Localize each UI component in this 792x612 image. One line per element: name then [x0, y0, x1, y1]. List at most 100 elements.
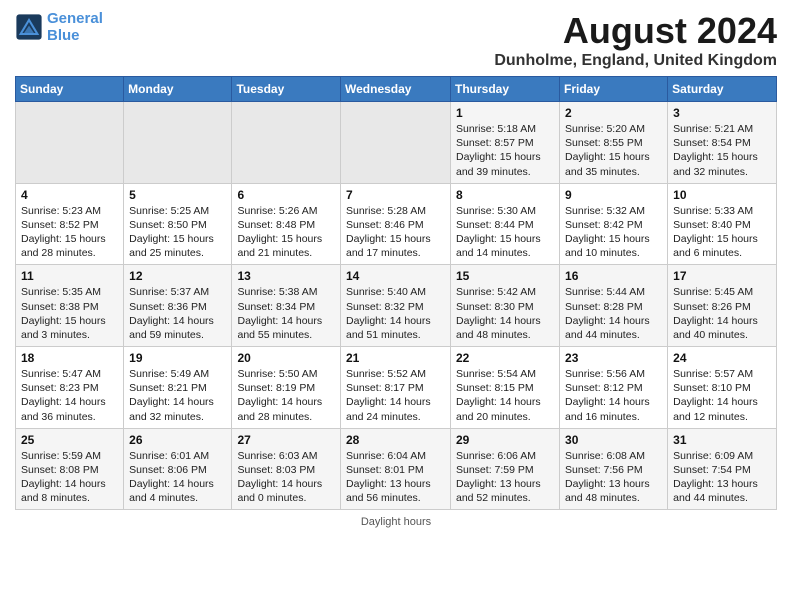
calendar-cell — [232, 102, 341, 184]
day-info: Sunrise: 6:06 AM Sunset: 7:59 PM Dayligh… — [456, 449, 554, 506]
day-info: Sunrise: 5:49 AM Sunset: 8:21 PM Dayligh… — [129, 367, 226, 424]
day-info: Sunrise: 6:09 AM Sunset: 7:54 PM Dayligh… — [673, 449, 771, 506]
day-number: 11 — [21, 269, 118, 283]
day-number: 5 — [129, 188, 226, 202]
calendar-cell: 19 Sunrise: 5:49 AM Sunset: 8:21 PM Dayli… — [124, 347, 232, 429]
day-info: Sunrise: 6:03 AM Sunset: 8:03 PM Dayligh… — [237, 449, 335, 506]
calendar-header-wednesday: Wednesday — [341, 77, 451, 102]
calendar-header-friday: Friday — [560, 77, 668, 102]
day-number: 31 — [673, 433, 771, 447]
calendar-cell: 4 Sunrise: 5:23 AM Sunset: 8:52 PM Daylig… — [16, 183, 124, 265]
day-info: Sunrise: 5:30 AM Sunset: 8:44 PM Dayligh… — [456, 204, 554, 261]
calendar-header-sunday: Sunday — [16, 77, 124, 102]
logo-line2: Blue — [47, 27, 80, 44]
day-number: 9 — [565, 188, 662, 202]
day-info: Sunrise: 5:23 AM Sunset: 8:52 PM Dayligh… — [21, 204, 118, 261]
day-info: Sunrise: 5:32 AM Sunset: 8:42 PM Dayligh… — [565, 204, 662, 261]
calendar-cell: 8 Sunrise: 5:30 AM Sunset: 8:44 PM Daylig… — [451, 183, 560, 265]
calendar-cell: 11 Sunrise: 5:35 AM Sunset: 8:38 PM Dayli… — [16, 265, 124, 347]
day-number: 14 — [346, 269, 445, 283]
day-number: 30 — [565, 433, 662, 447]
day-info: Sunrise: 5:21 AM Sunset: 8:54 PM Dayligh… — [673, 122, 771, 179]
calendar-week-row: 4 Sunrise: 5:23 AM Sunset: 8:52 PM Daylig… — [16, 183, 777, 265]
day-info: Sunrise: 5:52 AM Sunset: 8:17 PM Dayligh… — [346, 367, 445, 424]
day-number: 3 — [673, 106, 771, 120]
day-info: Sunrise: 5:56 AM Sunset: 8:12 PM Dayligh… — [565, 367, 662, 424]
calendar-cell: 21 Sunrise: 5:52 AM Sunset: 8:17 PM Dayli… — [341, 347, 451, 429]
day-info: Sunrise: 6:08 AM Sunset: 7:56 PM Dayligh… — [565, 449, 662, 506]
title-block: August 2024 Dunholme, England, United Ki… — [494, 10, 777, 70]
logo-icon — [15, 13, 43, 41]
day-info: Sunrise: 5:44 AM Sunset: 8:28 PM Dayligh… — [565, 285, 662, 342]
day-number: 10 — [673, 188, 771, 202]
day-info: Sunrise: 5:20 AM Sunset: 8:55 PM Dayligh… — [565, 122, 662, 179]
logo-line1: General — [47, 10, 103, 27]
day-info: Sunrise: 5:37 AM Sunset: 8:36 PM Dayligh… — [129, 285, 226, 342]
day-number: 12 — [129, 269, 226, 283]
day-number: 17 — [673, 269, 771, 283]
calendar-cell: 14 Sunrise: 5:40 AM Sunset: 8:32 PM Dayli… — [341, 265, 451, 347]
calendar-cell — [124, 102, 232, 184]
day-number: 13 — [237, 269, 335, 283]
calendar-header-saturday: Saturday — [668, 77, 777, 102]
day-number: 24 — [673, 351, 771, 365]
calendar-cell: 23Sunrise: 5:56 AM Sunset: 8:12 PM Dayli… — [560, 347, 668, 429]
calendar-cell: 10 Sunrise: 5:33 AM Sunset: 8:40 PM Dayli… — [668, 183, 777, 265]
day-number: 18 — [21, 351, 118, 365]
calendar-cell: 16 Sunrise: 5:44 AM Sunset: 8:28 PM Dayli… — [560, 265, 668, 347]
day-number: 1 — [456, 106, 554, 120]
calendar-header-row: SundayMondayTuesdayWednesdayThursdayFrid… — [16, 77, 777, 102]
day-info: Sunrise: 5:40 AM Sunset: 8:32 PM Dayligh… — [346, 285, 445, 342]
day-number: 29 — [456, 433, 554, 447]
calendar-cell — [16, 102, 124, 184]
calendar-cell: 13 Sunrise: 5:38 AM Sunset: 8:34 PM Dayli… — [232, 265, 341, 347]
calendar-cell: 30 Sunrise: 6:08 AM Sunset: 7:56 PM Dayli… — [560, 428, 668, 510]
calendar-cell: 20 Sunrise: 5:50 AM Sunset: 8:19 PM Dayli… — [232, 347, 341, 429]
day-number: 25 — [21, 433, 118, 447]
daylight-note: Daylight hours — [361, 516, 431, 528]
day-info: Sunrise: 5:28 AM Sunset: 8:46 PM Dayligh… — [346, 204, 445, 261]
day-number: 20 — [237, 351, 335, 365]
calendar-header-thursday: Thursday — [451, 77, 560, 102]
footer-note: Daylight hours — [15, 516, 777, 528]
day-number: 21 — [346, 351, 445, 365]
logo: General Blue — [15, 10, 103, 45]
day-info: Sunrise: 6:01 AM Sunset: 8:06 PM Dayligh… — [129, 449, 226, 506]
calendar-cell: 27Sunrise: 6:03 AM Sunset: 8:03 PM Dayli… — [232, 428, 341, 510]
day-info: Sunrise: 5:38 AM Sunset: 8:34 PM Dayligh… — [237, 285, 335, 342]
day-number: 2 — [565, 106, 662, 120]
calendar-week-row: 25Sunrise: 5:59 AM Sunset: 8:08 PM Dayli… — [16, 428, 777, 510]
day-info: Sunrise: 5:18 AM Sunset: 8:57 PM Dayligh… — [456, 122, 554, 179]
day-info: Sunrise: 5:33 AM Sunset: 8:40 PM Dayligh… — [673, 204, 771, 261]
day-number: 26 — [129, 433, 226, 447]
calendar-cell: 9 Sunrise: 5:32 AM Sunset: 8:42 PM Daylig… — [560, 183, 668, 265]
location: Dunholme, England, United Kingdom — [494, 52, 777, 70]
calendar-cell: 15 Sunrise: 5:42 AM Sunset: 8:30 PM Dayli… — [451, 265, 560, 347]
calendar-header-tuesday: Tuesday — [232, 77, 341, 102]
calendar-cell: 5Sunrise: 5:25 AM Sunset: 8:50 PM Daylig… — [124, 183, 232, 265]
day-number: 15 — [456, 269, 554, 283]
day-number: 4 — [21, 188, 118, 202]
calendar-cell: 28Sunrise: 6:04 AM Sunset: 8:01 PM Dayli… — [341, 428, 451, 510]
day-number: 28 — [346, 433, 445, 447]
calendar-cell: 31 Sunrise: 6:09 AM Sunset: 7:54 PM Dayli… — [668, 428, 777, 510]
calendar-cell: 24Sunrise: 5:57 AM Sunset: 8:10 PM Dayli… — [668, 347, 777, 429]
calendar-cell: 29 Sunrise: 6:06 AM Sunset: 7:59 PM Dayli… — [451, 428, 560, 510]
calendar-cell: 26 Sunrise: 6:01 AM Sunset: 8:06 PM Dayli… — [124, 428, 232, 510]
day-info: Sunrise: 5:26 AM Sunset: 8:48 PM Dayligh… — [237, 204, 335, 261]
day-info: Sunrise: 5:47 AM Sunset: 8:23 PM Dayligh… — [21, 367, 118, 424]
day-number: 22 — [456, 351, 554, 365]
day-number: 19 — [129, 351, 226, 365]
month-title: August 2024 — [494, 10, 777, 52]
day-number: 8 — [456, 188, 554, 202]
calendar-table: SundayMondayTuesdayWednesdayThursdayFrid… — [15, 76, 777, 510]
calendar-week-row: 11 Sunrise: 5:35 AM Sunset: 8:38 PM Dayli… — [16, 265, 777, 347]
day-info: Sunrise: 5:50 AM Sunset: 8:19 PM Dayligh… — [237, 367, 335, 424]
calendar-cell: 1 Sunrise: 5:18 AM Sunset: 8:57 PM Daylig… — [451, 102, 560, 184]
calendar-cell: 6Sunrise: 5:26 AM Sunset: 8:48 PM Daylig… — [232, 183, 341, 265]
day-info: Sunrise: 5:42 AM Sunset: 8:30 PM Dayligh… — [456, 285, 554, 342]
calendar-cell: 22 Sunrise: 5:54 AM Sunset: 8:15 PM Dayli… — [451, 347, 560, 429]
day-info: Sunrise: 5:54 AM Sunset: 8:15 PM Dayligh… — [456, 367, 554, 424]
day-number: 16 — [565, 269, 662, 283]
day-info: Sunrise: 5:35 AM Sunset: 8:38 PM Dayligh… — [21, 285, 118, 342]
